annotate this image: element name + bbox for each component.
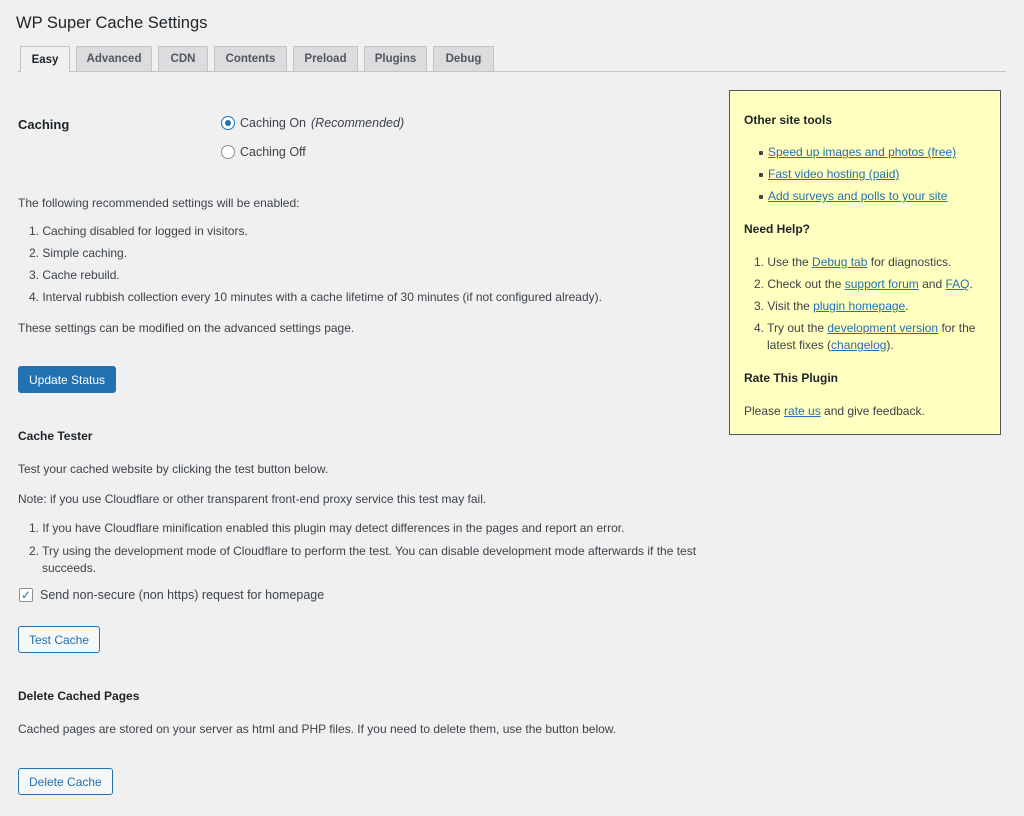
need-help-heading: Need Help?	[744, 222, 811, 236]
list-item: 1. Caching disabled for logged in visito…	[29, 224, 248, 238]
caching-on-label: Caching On	[240, 116, 307, 130]
help-list: 1. Use the Debug tab for diagnostics. 2.…	[754, 254, 994, 354]
tools-list: Speed up images and photos (free) Fast v…	[744, 144, 956, 205]
development-version-link[interactable]: development version	[827, 321, 938, 335]
help-item-3: 3. Visit the plugin homepage.	[754, 299, 909, 313]
list-item: 1. If you have Cloudflare minification e…	[29, 521, 625, 535]
non-secure-request-label: Send non-secure (non https) request for …	[40, 588, 325, 602]
help-item-4-continued: latest fixes (changelog).	[767, 338, 894, 352]
cache-tester-desc: Test your cached website by clicking the…	[18, 462, 329, 476]
delete-cache-button[interactable]: Delete Cache	[18, 768, 113, 795]
recommended-list: 1. Caching disabled for logged in visito…	[29, 223, 602, 306]
caching-off-option[interactable]: Caching Off	[221, 145, 306, 159]
test-cache-button[interactable]: Test Cache	[18, 626, 101, 653]
tab-cdn[interactable]: CDN	[158, 46, 208, 71]
help-item-4: 4. Try out the development version for t…	[754, 321, 976, 335]
caching-on-radio[interactable]	[221, 116, 235, 130]
update-status-button[interactable]: Update Status	[18, 366, 117, 393]
tab-contents[interactable]: Contents	[214, 46, 287, 71]
tab-debug[interactable]: Debug	[433, 46, 494, 71]
sidebar-panel: Other site tools Speed up images and pho…	[729, 90, 1001, 435]
faq-link[interactable]: FAQ	[945, 277, 969, 291]
delete-cache-heading: Delete Cached Pages	[18, 689, 140, 703]
recommended-footer: These settings can be modified on the ad…	[18, 321, 355, 335]
cache-tester-list: 1. If you have Cloudflare minification e…	[29, 520, 709, 577]
list-item: 2. Try using the development mode of Clo…	[29, 544, 697, 558]
tab-easy[interactable]: Easy	[20, 46, 70, 72]
changelog-link[interactable]: changelog	[831, 338, 886, 352]
list-item: 4. Interval rubbish collection every 10 …	[29, 290, 602, 304]
rate-text: Please rate us and give feedback.	[744, 404, 925, 418]
tool-link-surveys[interactable]: Add surveys and polls to your site	[768, 189, 947, 203]
list-item: Fast video hosting (paid)	[744, 166, 956, 183]
delete-cache-desc: Cached pages are stored on your server a…	[18, 722, 617, 736]
list-item: Add surveys and polls to your site	[744, 188, 956, 205]
tool-link-video[interactable]: Fast video hosting (paid)	[768, 167, 899, 181]
tab-plugins[interactable]: Plugins	[364, 46, 427, 71]
plugin-homepage-link[interactable]: plugin homepage	[813, 299, 905, 313]
caching-off-radio[interactable]	[221, 145, 235, 159]
tool-link-images[interactable]: Speed up images and photos (free)	[768, 145, 956, 159]
help-item-2: 2. Check out the support forum and FAQ.	[754, 277, 973, 291]
non-secure-request-option[interactable]: ✓ Send non-secure (non https) request fo…	[19, 588, 324, 602]
caching-off-label: Caching Off	[240, 145, 306, 159]
rate-plugin-heading: Rate This Plugin	[744, 371, 839, 385]
list-item: Speed up images and photos (free)	[744, 144, 956, 161]
recommended-note: (Recommended)	[311, 116, 405, 130]
rate-us-link[interactable]: rate us	[784, 404, 821, 418]
non-secure-request-checkbox[interactable]: ✓	[19, 588, 33, 602]
recommended-intro: The following recommended settings will …	[18, 196, 300, 210]
debug-tab-link[interactable]: Debug tab	[812, 255, 867, 269]
tab-preload[interactable]: Preload	[293, 46, 358, 71]
caching-label: Caching	[18, 117, 70, 132]
cache-tester-heading: Cache Tester	[18, 429, 93, 443]
support-forum-link[interactable]: support forum	[845, 277, 919, 291]
tab-advanced[interactable]: Advanced	[76, 46, 152, 71]
help-item-1: 1. Use the Debug tab for diagnostics.	[754, 255, 952, 269]
nav-tabs: Easy Advanced CDN Contents Preload Plugi…	[18, 46, 1006, 72]
list-item: 3. Cache rebuild.	[29, 268, 120, 282]
list-item: 2. Simple caching.	[29, 246, 128, 260]
cache-tester-note: Note: if you use Cloudflare or other tra…	[18, 492, 487, 506]
list-item-continued: succeeds.	[42, 561, 97, 575]
page-title: WP Super Cache Settings	[16, 14, 208, 32]
other-tools-heading: Other site tools	[744, 113, 833, 127]
caching-on-option[interactable]: Caching On (Recommended)	[221, 116, 404, 130]
